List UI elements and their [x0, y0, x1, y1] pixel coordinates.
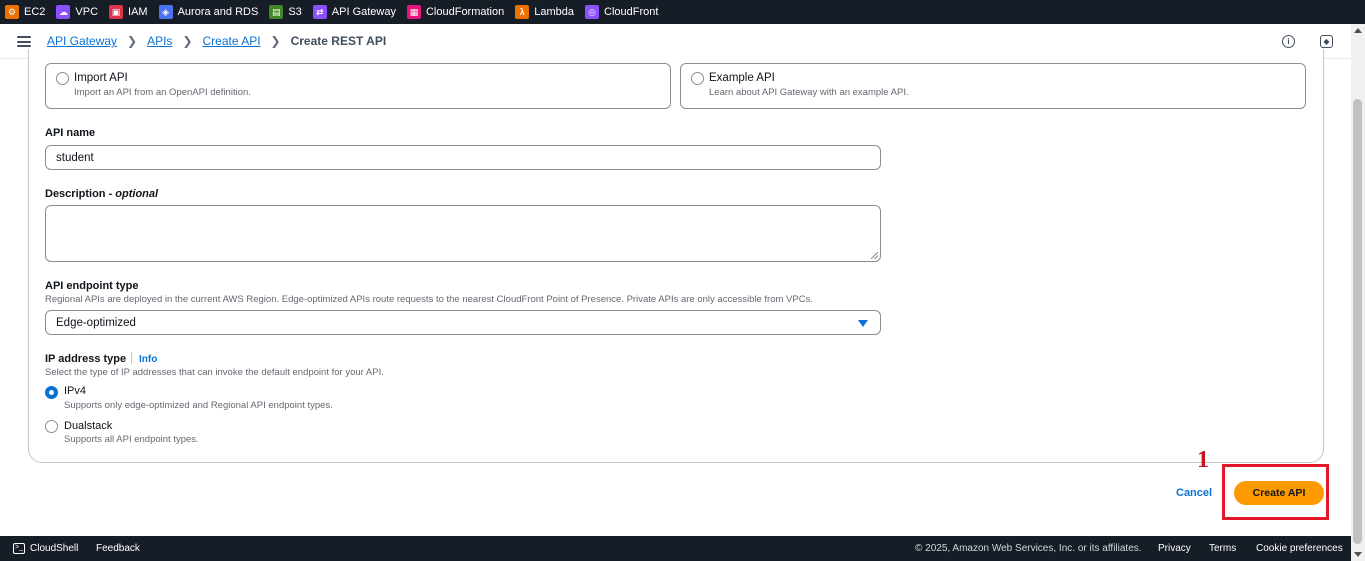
service-label: VPC [75, 6, 99, 18]
dualstack-radio[interactable] [45, 420, 58, 433]
endpoint-type-label: API endpoint type [45, 280, 139, 292]
main-content: Import API Import an API from an OpenAPI… [0, 49, 1351, 536]
feedback-link[interactable]: Feedback [96, 543, 140, 554]
s3-icon: ▤ [269, 5, 284, 19]
annotation-number: 1 [1197, 447, 1209, 473]
service-label: IAM [128, 6, 148, 18]
breadcrumb: API Gateway ❯ APIs ❯ Create API ❯ Create… [47, 34, 386, 48]
service-bar: ⚙ EC2 ☁ VPC ▣ IAM ◈ Aurora and RDS ▤ S3 … [0, 0, 1365, 24]
service-label: EC2 [24, 6, 46, 18]
service-api-gateway[interactable]: ⇄ API Gateway [312, 5, 396, 19]
import-api-radio[interactable] [56, 72, 69, 85]
cookie-preferences-link[interactable]: Cookie preferences [1256, 543, 1343, 554]
api-name-value: student [56, 151, 94, 164]
menu-icon[interactable] [17, 36, 31, 47]
breadcrumb-current: Create REST API [290, 34, 387, 48]
cloudfront-icon: ◎ [585, 5, 600, 19]
copyright-text: © 2025, Amazon Web Services, Inc. or its… [915, 543, 1142, 554]
terms-link[interactable]: Terms [1209, 543, 1236, 554]
iam-icon: ▣ [109, 5, 124, 19]
ipv4-description: Supports only edge-optimized and Regiona… [64, 400, 333, 411]
example-api-tile[interactable]: Example API Learn about API Gateway with… [680, 63, 1306, 109]
tile-description: Import an API from an OpenAPI definition… [74, 87, 251, 98]
vpc-icon: ☁ [56, 5, 71, 19]
description-label-text: Description - [45, 188, 113, 200]
service-label: S3 [288, 6, 302, 18]
api-name-input[interactable]: student [45, 145, 881, 170]
rds-icon: ◈ [158, 5, 173, 19]
footer: >_ CloudShell Feedback © 2025, Amazon We… [0, 536, 1351, 561]
description-textarea[interactable] [45, 205, 881, 262]
ip-address-type-hint: Select the type of IP addresses that can… [45, 367, 384, 378]
description-label: Description - optional [45, 188, 158, 200]
service-ec2[interactable]: ⚙ EC2 [5, 5, 45, 19]
scroll-up-icon[interactable] [1354, 28, 1362, 33]
cloudformation-icon: ▦ [406, 5, 421, 19]
privacy-link[interactable]: Privacy [1158, 543, 1191, 554]
service-cloudfront[interactable]: ◎ CloudFront [585, 5, 658, 19]
breadcrumb-api-gateway[interactable]: API Gateway [47, 34, 117, 48]
cloudshell-icon[interactable]: >_ [13, 543, 25, 554]
info-link[interactable]: Info [139, 354, 157, 365]
scroll-down-icon[interactable] [1354, 552, 1362, 557]
info-icon[interactable]: i [1282, 35, 1295, 48]
ipv4-radio[interactable] [45, 386, 58, 399]
service-label: API Gateway [331, 6, 396, 18]
ec2-icon: ⚙ [5, 5, 19, 19]
api-gateway-icon: ⇄ [312, 5, 327, 19]
service-s3[interactable]: ▤ S3 [269, 5, 302, 19]
chevron-right-icon: ❯ [270, 34, 281, 48]
caret-down-icon [858, 320, 868, 327]
dualstack-title: Dualstack [64, 420, 113, 432]
description-optional: optional [115, 188, 159, 200]
example-api-radio[interactable] [691, 72, 704, 85]
tile-title: Example API [709, 72, 775, 84]
service-label: Lambda [534, 6, 575, 18]
endpoint-type-hint: Regional APIs are deployed in the curren… [45, 294, 813, 305]
dualstack-description: Supports all API endpoint types. [64, 434, 199, 445]
service-label: Aurora and RDS [177, 6, 259, 18]
service-vpc[interactable]: ☁ VPC [56, 5, 98, 19]
annotation-box [1222, 464, 1329, 520]
service-cloudformation[interactable]: ▦ CloudFormation [406, 5, 505, 19]
lambda-icon: λ [515, 5, 530, 19]
cloudshell-link[interactable]: CloudShell [30, 543, 78, 554]
ip-address-type-label: IP address type [45, 353, 127, 365]
tile-description: Learn about API Gateway with an example … [709, 87, 909, 98]
divider [131, 352, 132, 364]
service-label: CloudFormation [425, 6, 505, 18]
breadcrumb-apis[interactable]: APIs [147, 34, 172, 48]
endpoint-type-value: Edge-optimized [56, 316, 136, 329]
breadcrumb-create-api[interactable]: Create API [203, 34, 261, 48]
settings-icon[interactable]: ◆ [1320, 35, 1333, 48]
scrollbar-thumb[interactable] [1353, 99, 1362, 544]
endpoint-type-select[interactable]: Edge-optimized [45, 310, 881, 335]
scrollbar[interactable] [1351, 24, 1365, 561]
service-iam[interactable]: ▣ IAM [109, 5, 148, 19]
service-lambda[interactable]: λ Lambda [515, 5, 574, 19]
import-api-tile[interactable]: Import API Import an API from an OpenAPI… [45, 63, 671, 109]
tile-title: Import API [74, 72, 128, 84]
api-name-label: API name [45, 127, 96, 139]
service-rds[interactable]: ◈ Aurora and RDS [158, 5, 259, 19]
chevron-right-icon: ❯ [127, 34, 138, 48]
service-label: CloudFront [604, 6, 659, 18]
ipv4-title: IPv4 [64, 385, 87, 397]
resize-handle-icon[interactable] [871, 252, 878, 259]
cancel-button[interactable]: Cancel [1176, 487, 1212, 499]
chevron-right-icon: ❯ [182, 34, 193, 48]
